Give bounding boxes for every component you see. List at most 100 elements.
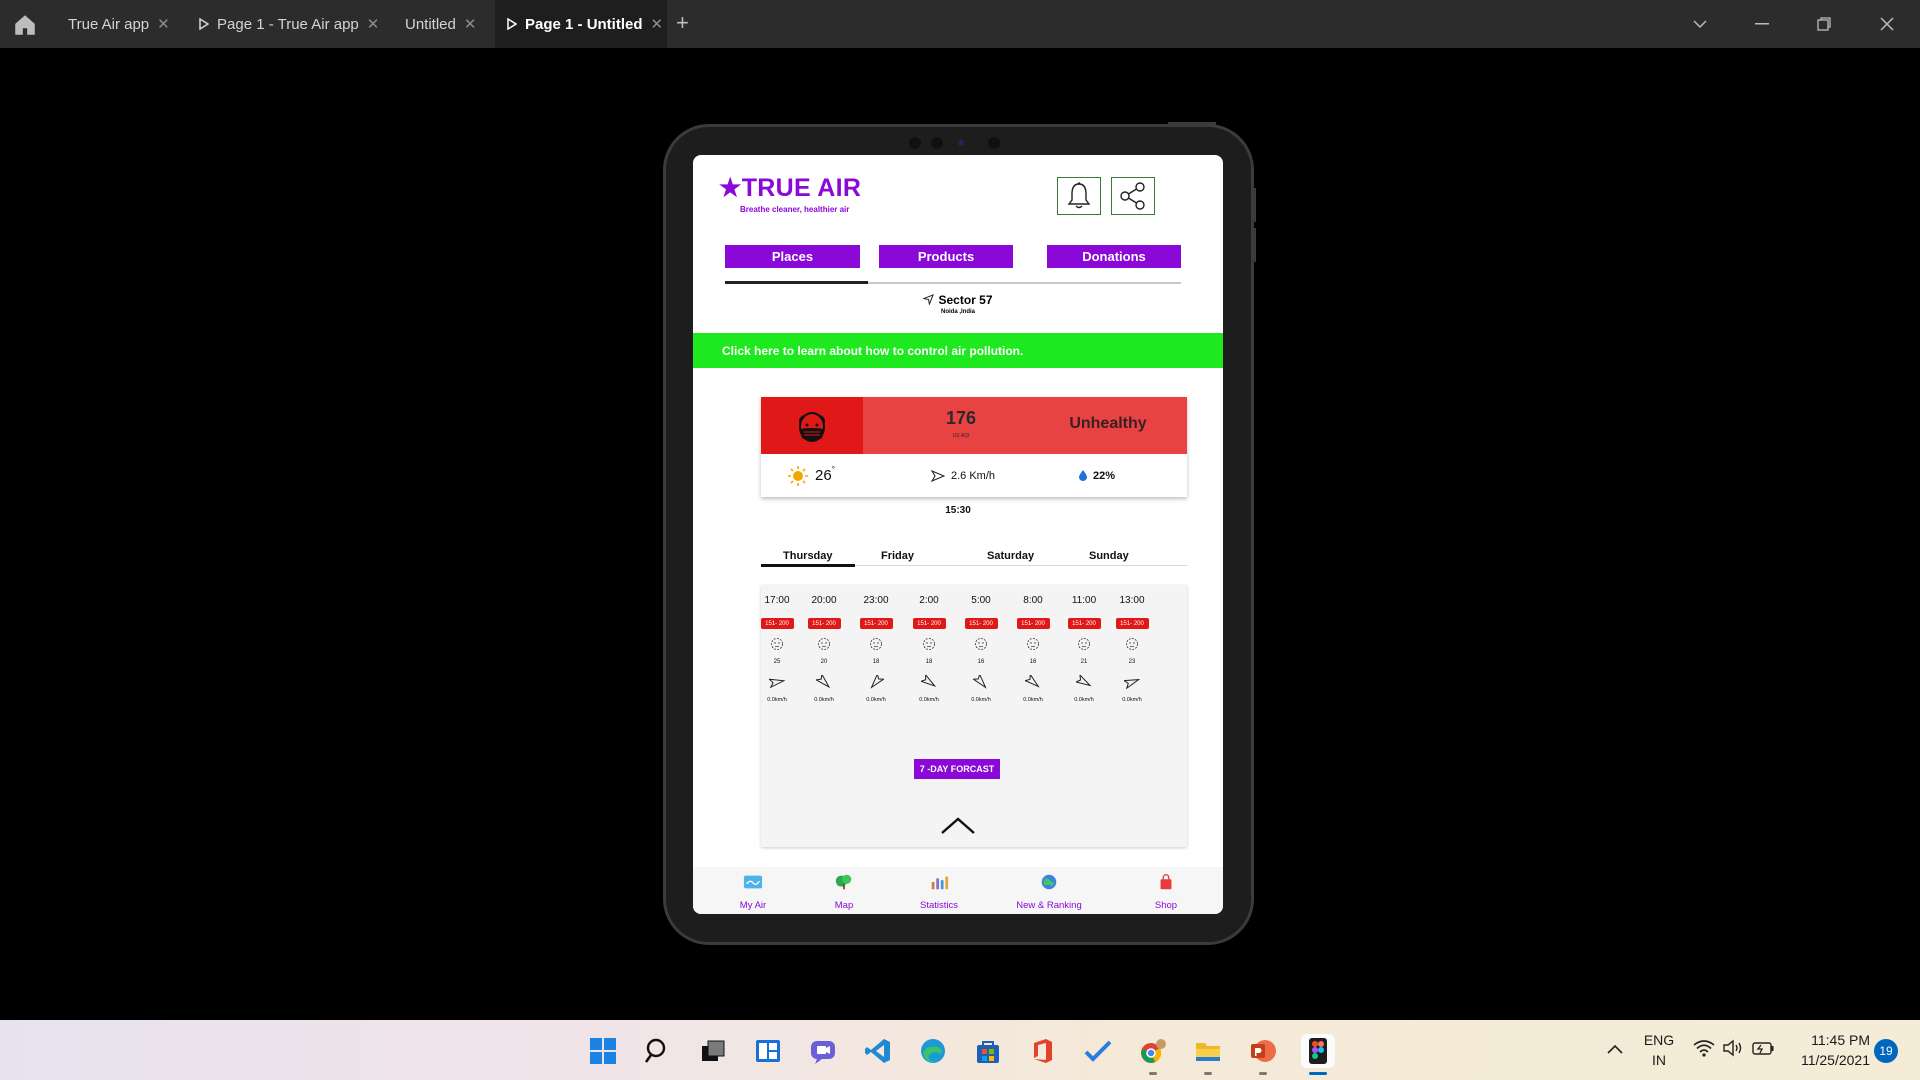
nav-map[interactable]: Map	[799, 873, 889, 911]
running-indicator	[1149, 1072, 1157, 1075]
tab-true-air-app[interactable]: True Air app ✕	[56, 0, 170, 48]
volume-icon[interactable]	[1722, 1039, 1744, 1057]
weather-face-icon	[975, 638, 987, 650]
masked-face-icon	[799, 411, 825, 442]
weather-face-icon	[1027, 638, 1039, 650]
forecast-time: 23:00	[863, 595, 889, 606]
forecast-wind: 0.0km/h	[1074, 697, 1094, 703]
notification-badge[interactable]: 19	[1874, 1039, 1898, 1063]
chrome-profile-icon[interactable]	[1136, 1034, 1170, 1068]
pollution-info-banner[interactable]: Click here to learn about how to control…	[693, 333, 1223, 368]
weather-face-icon	[870, 638, 882, 650]
wifi-icon[interactable]	[1693, 1039, 1715, 1057]
close-tab-icon[interactable]: ✕	[157, 15, 170, 33]
camera-lens	[958, 140, 964, 146]
bottom-navigation: My Air Map Statistics New & Ranking Shop	[693, 867, 1223, 914]
wind-direction-icon	[767, 678, 786, 689]
tab-untitled[interactable]: Untitled ✕	[393, 0, 476, 48]
battery-icon[interactable]	[1752, 1039, 1776, 1057]
forecast-temp: 16	[1029, 659, 1037, 665]
power-button	[1168, 122, 1216, 125]
day-tab-saturday[interactable]: Saturday	[987, 550, 1034, 562]
tab-products[interactable]: Products	[879, 245, 1013, 268]
nav-label: Shop	[1154, 900, 1178, 911]
humidity-block: 22%	[1079, 454, 1115, 497]
close-tab-icon[interactable]: ✕	[367, 15, 380, 33]
forecast-aqi-badge: 151- 200	[1115, 618, 1149, 629]
nav-label: Map	[834, 900, 854, 911]
chat-icon[interactable]	[806, 1034, 840, 1068]
location-block[interactable]: Sector 57 Noida ,India	[693, 293, 1223, 315]
close-window-icon[interactable]	[1867, 0, 1907, 48]
task-view-icon[interactable]	[696, 1034, 730, 1068]
nav-news-ranking[interactable]: New & Ranking	[989, 873, 1109, 911]
powerpoint-icon[interactable]	[1246, 1034, 1280, 1068]
search-icon[interactable]	[641, 1034, 675, 1068]
forecast-temp: 21	[1080, 659, 1088, 665]
new-tab-button[interactable]: +	[676, 10, 689, 36]
volume-up-button	[1253, 188, 1256, 222]
chevron-up-tray-icon[interactable]	[1607, 1044, 1623, 1054]
wind-block: 2.6 Km/h	[931, 454, 995, 497]
chevron-up-icon[interactable]	[940, 815, 976, 835]
day-tab-friday[interactable]: Friday	[881, 550, 914, 562]
tab-page1-untitled[interactable]: Page 1 - Untitled ✕	[495, 0, 667, 48]
forecast-wind: 0.0km/h	[1122, 697, 1142, 703]
tab-places[interactable]: Places	[725, 245, 860, 268]
tabs-dropdown-icon[interactable]	[1680, 0, 1720, 48]
forecast-aqi-badge: 151- 200	[760, 618, 794, 629]
language-bottom[interactable]: IN	[1642, 1052, 1676, 1068]
notifications-button[interactable]	[1057, 177, 1101, 215]
nav-statistics[interactable]: Statistics	[894, 873, 984, 911]
close-tab-icon[interactable]: ✕	[651, 15, 664, 33]
day-tab-sunday[interactable]: Sunday	[1089, 550, 1129, 562]
aqi-card: 176 US AQI Unhealthy 26 ° 2.6 Km/h 22%	[761, 397, 1187, 497]
store-icon[interactable]	[971, 1034, 1005, 1068]
wind-direction-icon	[1023, 672, 1040, 688]
vscode-icon[interactable]	[861, 1034, 895, 1068]
close-tab-icon[interactable]: ✕	[464, 15, 477, 33]
clock-date[interactable]: 11/25/2021	[1790, 1052, 1870, 1068]
seven-day-forecast-button[interactable]: 7 -DAY FORCAST	[914, 759, 1000, 779]
edge-icon[interactable]	[916, 1034, 950, 1068]
file-explorer-icon[interactable]	[1191, 1034, 1225, 1068]
nav-label: Statistics	[919, 900, 958, 911]
minimize-icon[interactable]	[1742, 0, 1782, 48]
volume-down-button	[1253, 228, 1256, 262]
home-icon[interactable]	[12, 12, 38, 38]
play-icon	[507, 18, 517, 30]
clock-time[interactable]: 11:45 PM	[1790, 1032, 1870, 1048]
tab-label: True Air app	[68, 15, 150, 33]
start-icon[interactable]	[586, 1034, 620, 1068]
office-icon[interactable]	[1026, 1034, 1060, 1068]
restore-icon[interactable]	[1804, 0, 1844, 48]
forecast-column: 8:00 151- 200 16 0.0km/h	[1011, 595, 1055, 703]
tab-page1-true-air-app[interactable]: Page 1 - True Air app ✕	[187, 0, 379, 48]
day-tab-thursday[interactable]: Thursday	[783, 550, 833, 562]
tab-label: Page 1 - True Air app	[217, 15, 359, 33]
share-button[interactable]	[1111, 177, 1155, 215]
forecast-temp: 23	[1128, 659, 1136, 665]
app-screen: ★TRUE AIR Breathe cleaner, healthier air…	[693, 155, 1223, 914]
widgets-icon[interactable]	[751, 1034, 785, 1068]
forecast-temp: 16	[977, 659, 985, 665]
forecast-column: 23:00 151- 200 18 0.0km/h	[854, 595, 898, 703]
temperature-block: 26 °	[787, 454, 835, 497]
figma-icon[interactable]	[1301, 1034, 1335, 1068]
forecast-aqi-badge: 151- 200	[1016, 618, 1050, 629]
forecast-temp: 18	[925, 659, 933, 665]
forecast-aqi-badge: 151- 200	[912, 618, 946, 629]
weather-face-icon	[771, 638, 783, 650]
statistics-icon	[931, 876, 949, 890]
active-tab-indicator	[725, 281, 868, 284]
tab-donations[interactable]: Donations	[1047, 245, 1181, 268]
language-top[interactable]: ENG	[1642, 1032, 1676, 1048]
nav-my-air[interactable]: My Air	[708, 873, 798, 911]
forecast-column: 5:00 151- 200 16 0.0km/h	[959, 595, 1003, 703]
forecast-time: 13:00	[1119, 595, 1145, 606]
aqi-face-panel	[761, 397, 863, 454]
app-logo: ★TRUE AIR	[719, 174, 862, 202]
todo-icon[interactable]	[1081, 1034, 1115, 1068]
nav-shop[interactable]: Shop	[1121, 873, 1211, 911]
location-arrow-icon	[922, 294, 935, 306]
